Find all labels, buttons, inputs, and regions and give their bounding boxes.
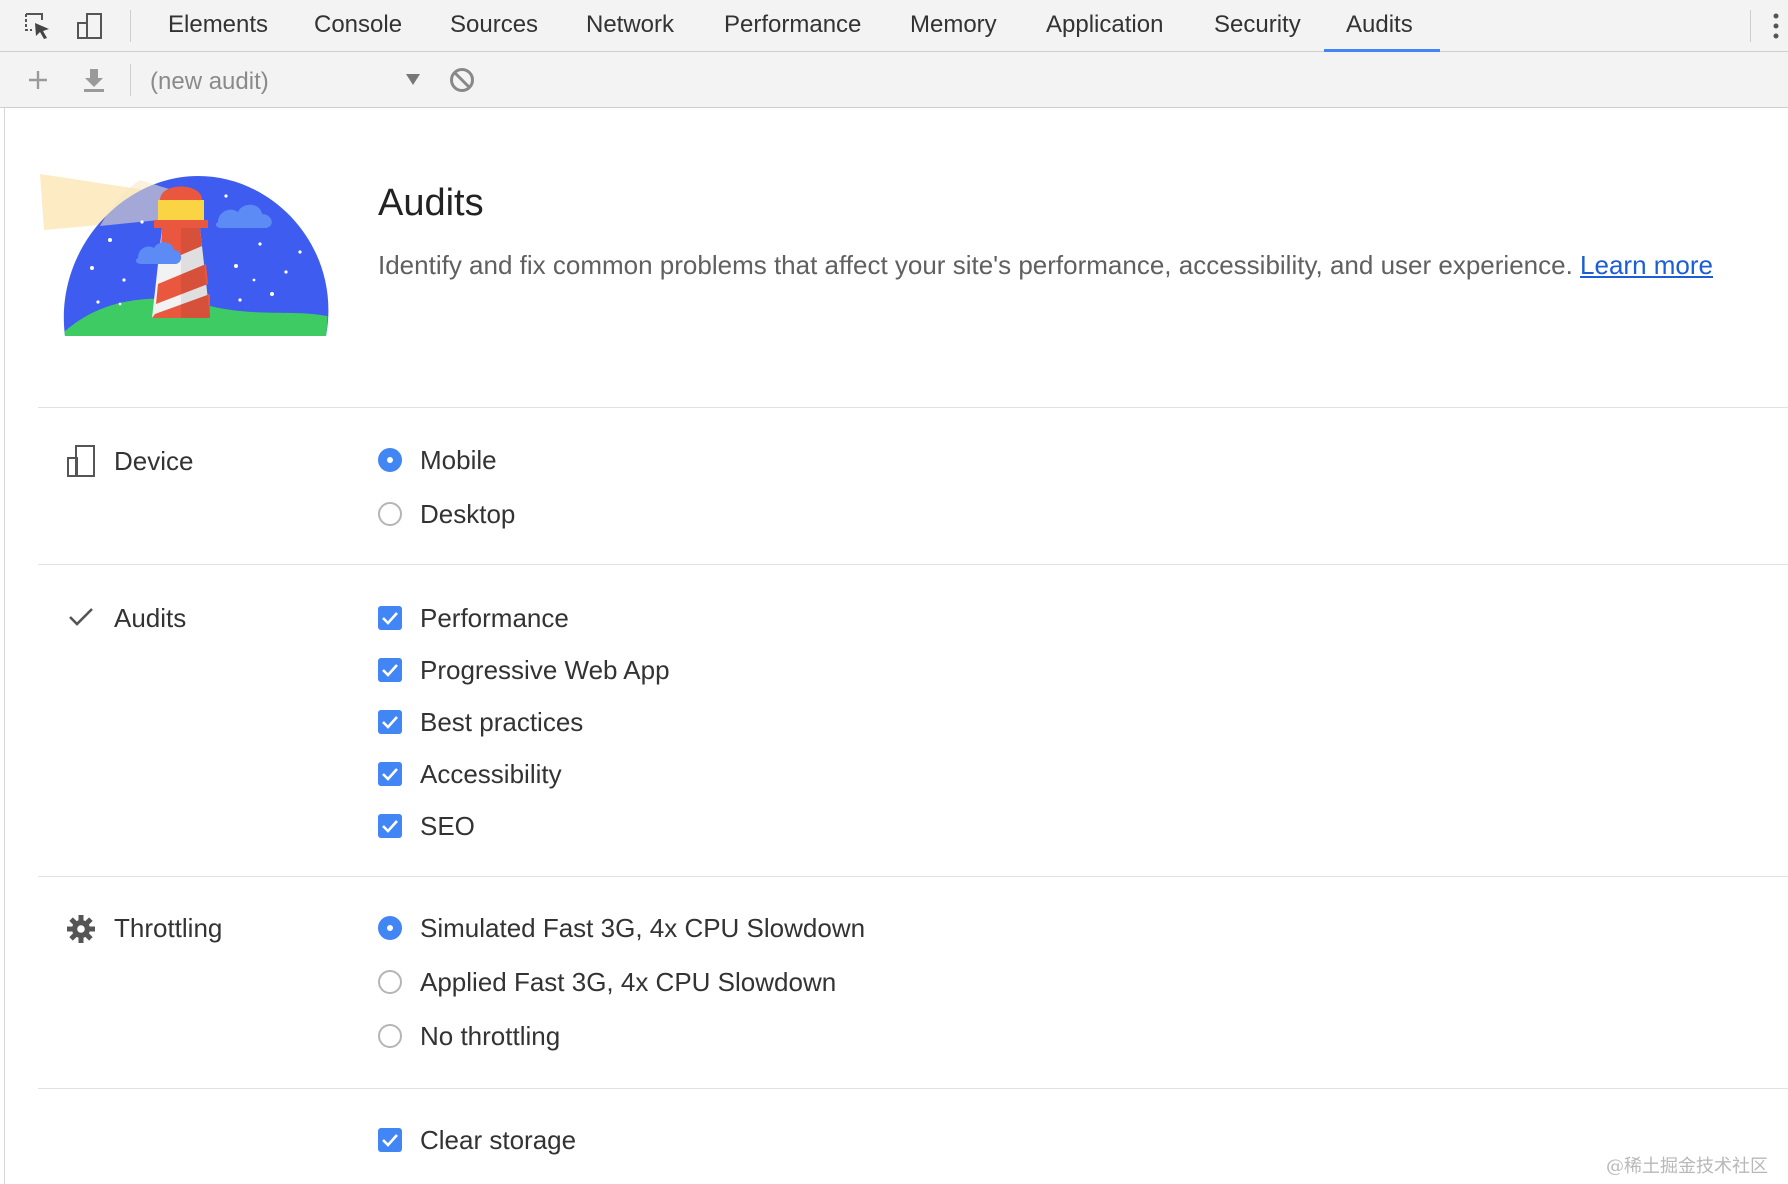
device-section-label: Device [114,446,194,476]
radio-button[interactable] [378,1024,402,1048]
option-label: Desktop [420,498,516,529]
option-label: Progressive Web App [420,654,670,685]
divider [38,407,1788,408]
checkbox[interactable] [378,762,402,786]
gear-icon [64,912,98,946]
tab-network[interactable]: Network [584,0,676,52]
option-label: Simulated Fast 3G, 4x CPU Slowdown [420,912,866,943]
tab-elements[interactable]: Elements [166,0,270,52]
checkbox[interactable] [378,710,402,734]
dropdown-arrow-icon [406,74,420,85]
tab-bar-end-separator [1750,10,1751,42]
divider [38,564,1788,565]
checkbox[interactable] [378,814,402,838]
watermark: @稀土掘金技术社区 [1606,1156,1768,1177]
device-icon [64,444,98,478]
radio-button[interactable] [378,502,402,526]
devtools-tab-bar: Elements Console Sources Network Perform… [0,0,1788,52]
tab-performance[interactable]: Performance [722,0,863,52]
tab-application[interactable]: Application [1044,0,1165,52]
divider [38,876,1788,877]
tab-audits[interactable]: Audits [1324,0,1440,52]
tab-bar-separator [130,10,131,42]
option-label: SEO [420,810,475,841]
throttling-option-applied[interactable]: Applied Fast 3G, 4x CPU Slowdown [378,962,836,1002]
throttling-section-label: Throttling [114,913,223,943]
divider [38,1088,1788,1089]
page-description: Identify and fix common problems that af… [378,250,1713,281]
tab-sources[interactable]: Sources [448,0,540,52]
option-label: Best practices [420,706,584,737]
audit-select-value: (new audit) [150,68,269,95]
option-label: Clear storage [420,1124,577,1155]
throttling-option-simulated[interactable]: Simulated Fast 3G, 4x CPU Slowdown [378,908,865,948]
checkbox[interactable] [378,606,402,630]
option-label: Performance [420,602,569,633]
tab-memory[interactable]: Memory [908,0,999,52]
radio-button[interactable] [378,970,402,994]
audits-section-label: Audits [114,603,187,633]
learn-more-link[interactable]: Learn more [1580,250,1713,280]
checkmark-icon [64,600,98,634]
option-label: Accessibility [420,758,562,789]
add-audit-icon[interactable] [22,64,54,96]
audit-report-select[interactable]: (new audit) [138,58,428,102]
device-toolbar-icon[interactable] [74,10,106,42]
checkbox[interactable] [378,1128,402,1152]
clear-all-icon[interactable] [446,64,478,96]
option-label: Applied Fast 3G, 4x CPU Slowdown [420,966,837,997]
panel-left-border [4,108,5,1184]
toolbar-separator [130,64,131,96]
lighthouse-logo [40,168,330,340]
download-report-icon[interactable] [78,64,110,96]
tab-console[interactable]: Console [312,0,404,52]
audit-option-best-practices[interactable]: Best practices [378,702,583,742]
device-option-desktop[interactable]: Desktop [378,494,515,534]
clear-storage-option[interactable]: Clear storage [378,1120,576,1160]
throttling-option-none[interactable]: No throttling [378,1016,560,1056]
audit-option-performance[interactable]: Performance [378,598,569,638]
radio-button[interactable] [378,916,402,940]
radio-button[interactable] [378,448,402,472]
more-options-icon[interactable] [1772,12,1780,40]
device-option-mobile[interactable]: Mobile [378,440,497,480]
audit-option-accessibility[interactable]: Accessibility [378,754,562,794]
audit-option-seo[interactable]: SEO [378,806,475,846]
inspect-element-icon[interactable] [22,10,54,42]
option-label: No throttling [420,1020,561,1051]
checkbox[interactable] [378,658,402,682]
audits-toolbar: (new audit) [0,52,1788,108]
audit-option-pwa[interactable]: Progressive Web App [378,650,670,690]
option-label: Mobile [420,444,497,475]
page-title: Audits [378,182,484,224]
tab-security[interactable]: Security [1212,0,1303,52]
description-text: Identify and fix common problems that af… [378,250,1573,280]
